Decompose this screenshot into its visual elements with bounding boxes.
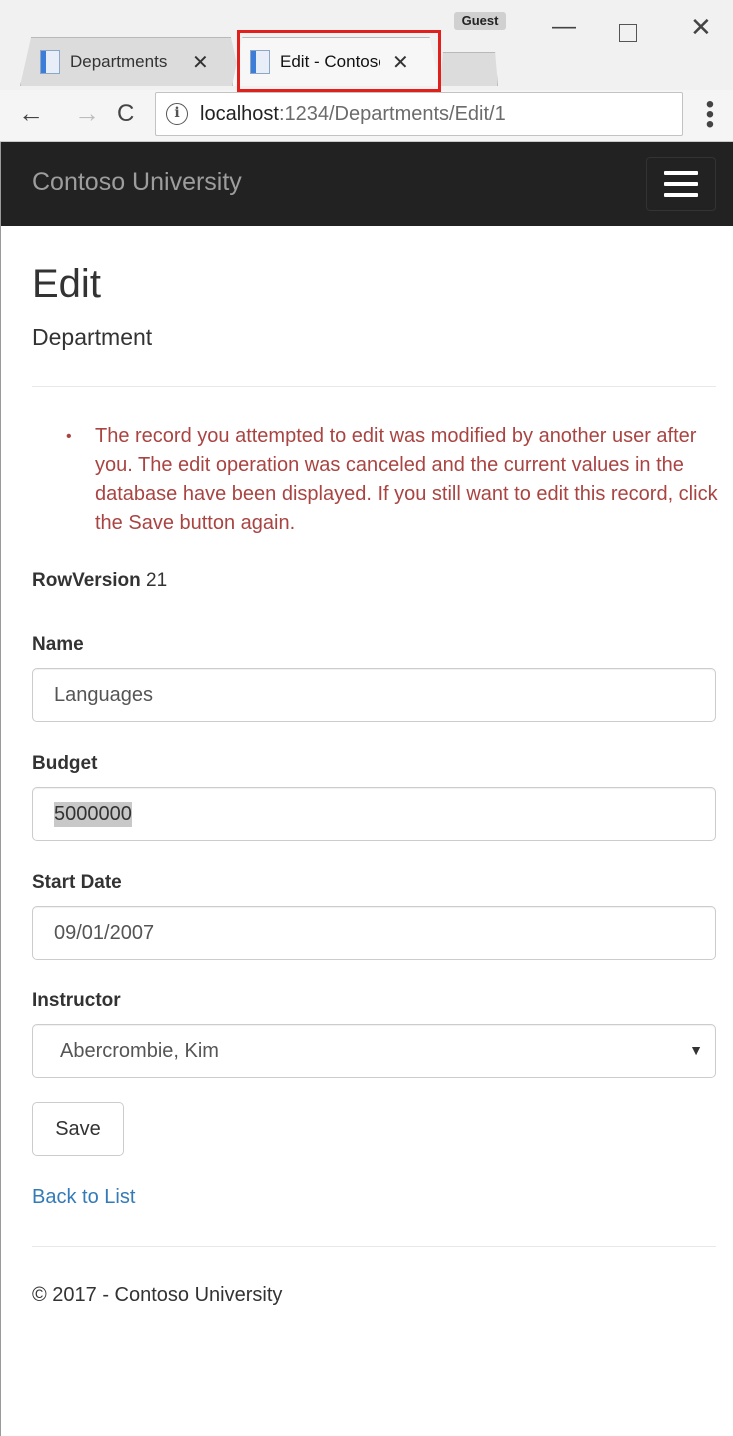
budget-input-value: 5000000 — [54, 801, 132, 827]
url-host: localhost — [200, 102, 279, 125]
hamburger-bar — [664, 171, 698, 175]
budget-label: Budget — [32, 753, 98, 774]
tab-departments-content[interactable]: Departments ✕ — [40, 49, 209, 75]
instructor-label: Instructor — [32, 990, 121, 1011]
save-button[interactable]: Save — [32, 1102, 124, 1156]
forward-arrow-icon[interactable]: → — [74, 98, 100, 129]
start-date-input-value: 09/01/2007 — [54, 921, 155, 944]
rowversion-display: RowVersion 21 — [32, 570, 167, 592]
hamburger-bar — [664, 193, 698, 197]
back-arrow-icon[interactable]: ← — [18, 98, 44, 129]
rowversion-value: 21 — [146, 570, 168, 591]
new-tab-button[interactable] — [440, 52, 498, 86]
maximize-icon[interactable] — [619, 24, 637, 42]
name-input[interactable]: Languages — [32, 668, 716, 722]
budget-input[interactable]: 5000000 — [32, 787, 716, 841]
start-date-input[interactable]: 09/01/2007 — [32, 906, 716, 960]
divider — [32, 386, 716, 387]
address-bar[interactable]: i localhost:1234/Departments/Edit/1 — [155, 92, 683, 136]
page-title: Edit — [32, 262, 101, 306]
validation-summary: The record you attempted to edit was mod… — [55, 422, 725, 538]
validation-error: The record you attempted to edit was mod… — [55, 422, 725, 538]
divider — [32, 1246, 716, 1247]
footer-copyright: © 2017 - Contoso University — [32, 1284, 283, 1306]
annotation-highlight-box — [237, 30, 441, 92]
browser-menu-icon[interactable]: • • • — [700, 93, 720, 137]
hamburger-bar — [664, 182, 698, 186]
start-date-label: Start Date — [32, 872, 122, 893]
page-content: Edit Department The record you attempted… — [0, 226, 733, 1436]
tab-close-icon[interactable]: ✕ — [192, 50, 209, 75]
rowversion-label: RowVersion — [32, 570, 141, 591]
info-icon[interactable]: i — [166, 103, 188, 125]
profile-badge[interactable]: Guest — [454, 12, 506, 30]
url-path: :1234/Departments/Edit/1 — [278, 102, 506, 125]
dropdown-arrow-icon: ▼ — [689, 1042, 703, 1058]
page-subtitle: Department — [32, 324, 153, 350]
name-input-value: Languages — [54, 683, 153, 706]
tab-title: Departments — [70, 52, 168, 71]
browser-tabstrip: Departments ✕ Edit - Contoso ✕ Guest — ✕ — [0, 0, 733, 92]
instructor-select[interactable]: Abercrombie, Kim ▼ — [32, 1024, 716, 1078]
brand-link[interactable]: Contoso University — [32, 168, 242, 197]
window-close-icon[interactable]: ✕ — [690, 12, 712, 42]
site-navbar: Contoso University — [0, 142, 733, 226]
back-to-list-link[interactable]: Back to List — [32, 1186, 135, 1209]
hamburger-menu-icon[interactable] — [646, 157, 716, 211]
name-label: Name — [32, 634, 84, 655]
page-icon — [40, 50, 60, 74]
reload-icon[interactable]: C — [117, 100, 134, 128]
instructor-select-value: Abercrombie, Kim — [60, 1039, 219, 1062]
minimize-icon[interactable]: — — [552, 12, 576, 42]
browser-toolbar: ← → C i localhost:1234/Departments/Edit/… — [0, 90, 733, 142]
